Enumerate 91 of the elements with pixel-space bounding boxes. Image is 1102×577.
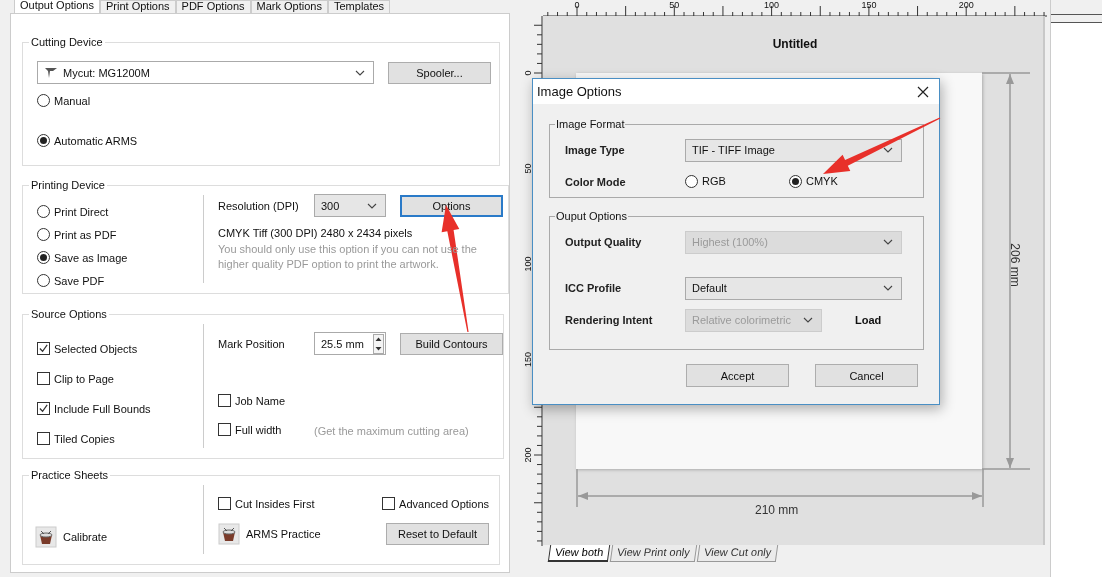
spinner-arrows-icon xyxy=(373,333,384,354)
radio-button[interactable] xyxy=(685,174,698,188)
radio-button[interactable] xyxy=(37,251,50,264)
checkbox-label: Full width xyxy=(235,423,282,436)
group-title: Source Options xyxy=(30,308,108,320)
radio-option[interactable]: Automatic ARMS xyxy=(37,134,499,147)
build-contours-button[interactable]: Build Contours xyxy=(400,332,503,355)
radio-label: Automatic ARMS xyxy=(54,134,138,147)
mark-position-field[interactable]: 25.5 mm xyxy=(314,332,386,355)
radio-option[interactable]: RGB xyxy=(685,174,726,188)
chevron-down-icon xyxy=(883,285,893,291)
group-title: Ouput Options xyxy=(555,210,628,222)
group-title: Image Format xyxy=(555,118,626,130)
radio-option[interactable]: Save PDF xyxy=(37,274,189,287)
hint-text: (Get the maximum cutting area) xyxy=(314,424,469,437)
radio-option[interactable]: Print as PDF xyxy=(37,228,189,241)
checkbox[interactable] xyxy=(382,497,396,510)
radio-button[interactable] xyxy=(37,274,50,287)
field-label: Image Type xyxy=(565,144,626,156)
top-ruler: 0 50 100 150 200 xyxy=(543,0,1047,17)
icc-profile-dropdown[interactable]: Default xyxy=(685,276,902,300)
image-type-dropdown[interactable]: TIF - TIFF Image xyxy=(685,138,902,162)
dialog-button[interactable]: Cancel xyxy=(815,364,918,387)
resolution-label: Resolution (DPI) xyxy=(218,199,300,212)
document-title: Untitled xyxy=(771,37,819,51)
arms-practice-button[interactable]: ARMS Practice xyxy=(218,523,321,545)
group-title: Cutting Device xyxy=(30,36,104,48)
radio-label: Save as Image xyxy=(54,251,128,264)
options-button[interactable]: Options xyxy=(400,194,503,217)
tab[interactable]: Mark Options xyxy=(250,0,328,13)
tab[interactable]: Templates xyxy=(328,0,391,13)
device-dropdown[interactable]: Mycut: MG1200M xyxy=(37,61,374,84)
checkbox[interactable] xyxy=(37,372,50,385)
field-label: Color Mode xyxy=(565,176,627,188)
tab[interactable]: Output Options xyxy=(14,0,100,13)
checkbox-label: Selected Objects xyxy=(54,342,138,355)
chevron-down-icon xyxy=(803,317,813,323)
chevron-down-icon xyxy=(883,239,893,245)
tab[interactable]: Print Options xyxy=(100,0,176,13)
radio-label: Manual xyxy=(54,94,91,107)
radio-button[interactable] xyxy=(37,205,50,218)
spooler-button[interactable]: Spooler... xyxy=(388,61,491,84)
radio-label: Print Direct xyxy=(54,205,109,218)
view-tab[interactable]: View both xyxy=(547,545,611,562)
radio-label: CMYK xyxy=(806,175,838,187)
field-label: Rendering Intent xyxy=(565,314,654,326)
checkbox[interactable] xyxy=(37,432,50,445)
mark-position-label: Mark Position xyxy=(218,337,286,350)
width-label: 210 mm xyxy=(755,503,799,517)
radio-button[interactable] xyxy=(37,134,50,147)
checkbox[interactable] xyxy=(37,342,50,355)
close-icon[interactable] xyxy=(917,85,929,98)
radio-label: Print as PDF xyxy=(54,228,117,241)
pot-icon xyxy=(35,526,57,548)
checkbox[interactable] xyxy=(37,402,50,415)
dialog-button[interactable]: Accept xyxy=(686,364,789,387)
radio-label: RGB xyxy=(702,175,726,187)
radio-label: Save PDF xyxy=(54,274,105,287)
checkbox[interactable] xyxy=(218,423,231,436)
radio-option[interactable]: CMYK xyxy=(789,174,838,188)
chevron-down-icon xyxy=(355,69,365,76)
chevron-down-icon xyxy=(367,202,377,209)
resolution-dropdown[interactable]: 300 xyxy=(314,194,386,217)
checkbox[interactable] xyxy=(218,497,231,510)
checkbox-label: Job Name xyxy=(235,394,286,407)
checkbox-label: Cut Insides First xyxy=(235,497,315,510)
tab[interactable]: PDF Options xyxy=(175,0,251,13)
radio-option[interactable]: Manual xyxy=(37,94,499,107)
pot-icon xyxy=(218,523,240,545)
radio-button[interactable] xyxy=(37,94,50,107)
group-title: Printing Device xyxy=(30,179,106,191)
radio-button[interactable] xyxy=(37,228,50,241)
radio-button[interactable] xyxy=(789,174,802,188)
calibrate-button[interactable]: Calibrate xyxy=(35,526,189,548)
load-link[interactable]: Load xyxy=(855,314,882,326)
radio-option[interactable]: Save as Image xyxy=(37,251,189,264)
checkbox-label: Include Full Bounds xyxy=(54,402,151,415)
radio-option[interactable]: Print Direct xyxy=(37,205,189,218)
field-label: ICC Profile xyxy=(565,282,623,294)
view-tab[interactable]: View Print only xyxy=(609,545,697,562)
dialog-title: Image Options xyxy=(537,84,622,99)
view-tab[interactable]: View Cut only xyxy=(696,545,778,562)
height-label: 206 mm xyxy=(1007,243,1022,287)
checkbox-label: Clip to Page xyxy=(54,372,114,385)
checkbox[interactable] xyxy=(218,394,231,407)
group-title: Practice Sheets xyxy=(30,469,110,481)
checkbox-label: Advanced Options xyxy=(399,497,489,510)
checkbox-label: Tiled Copies xyxy=(54,432,115,445)
reset-button[interactable]: Reset to Default xyxy=(386,523,489,545)
field-label: Output Quality xyxy=(565,236,643,248)
output-summary: CMYK Tiff (300 DPI) 2480 x 2434 pixels xyxy=(218,227,414,239)
